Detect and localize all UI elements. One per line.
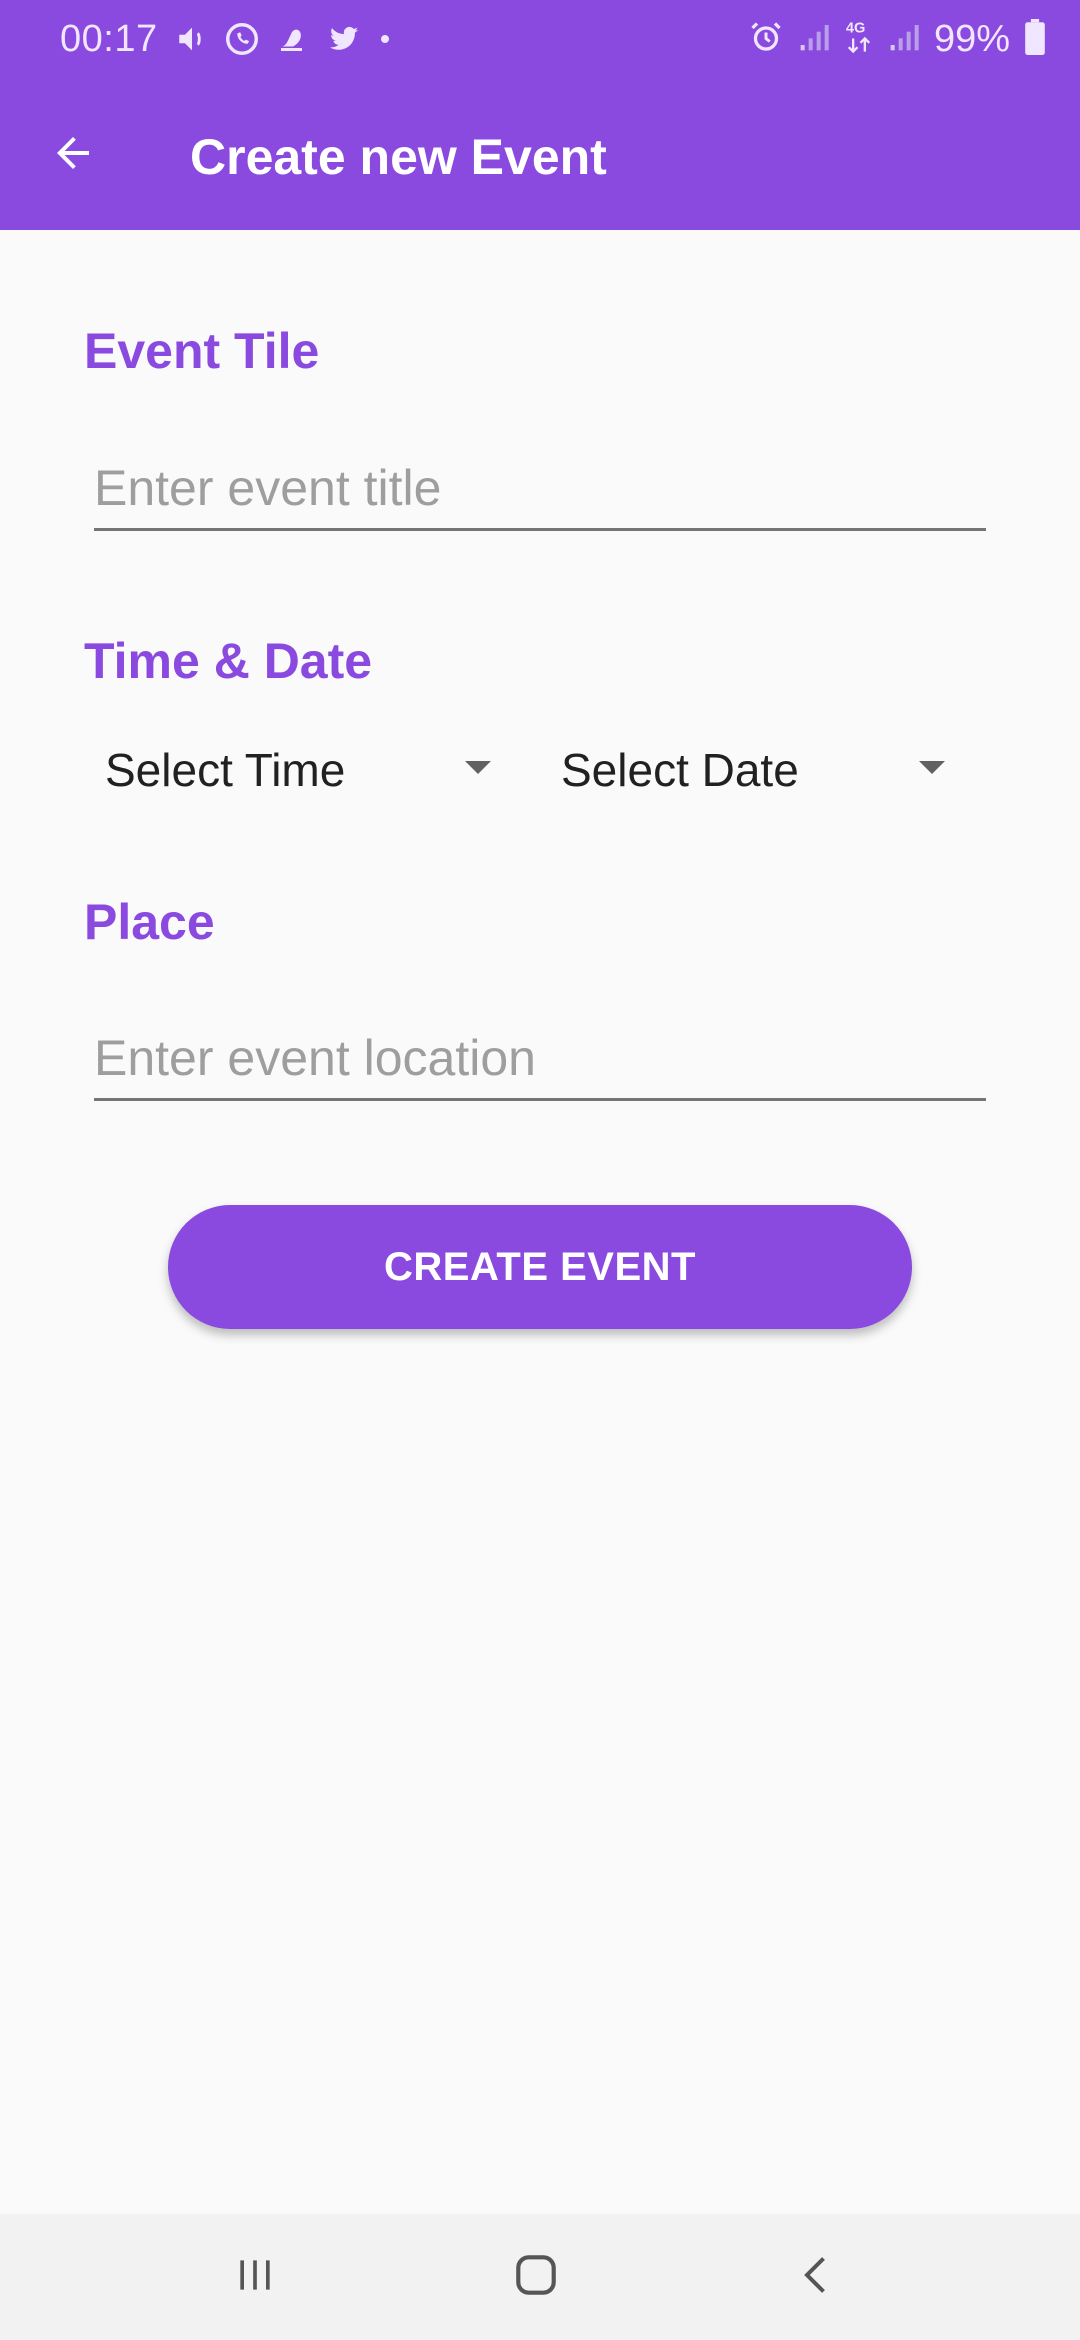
create-event-button[interactable]: CREATE EVENT (168, 1205, 912, 1329)
select-date-dropdown[interactable]: Select Date (561, 735, 961, 805)
recents-button[interactable] (210, 2242, 300, 2312)
dropdown-arrow-icon (465, 761, 491, 774)
create-event-button-label: CREATE EVENT (384, 1244, 696, 1289)
page-title: Create new Event (190, 129, 607, 185)
create-event-screen: 00:17 4G 99% Create new Event Event Tile… (0, 0, 1080, 2340)
network-4g-icon: 4G (844, 18, 874, 61)
battery-icon (1024, 19, 1046, 60)
home-icon (511, 2250, 561, 2305)
signal-icon (888, 20, 920, 59)
status-time: 00:17 (60, 18, 158, 60)
status-notification-icons (175, 20, 393, 63)
event-title-input[interactable] (94, 448, 986, 531)
system-navigation-bar (0, 2214, 1080, 2340)
recents-icon (233, 2253, 277, 2302)
alarm-icon (748, 19, 784, 60)
back-button[interactable] (36, 118, 110, 192)
volume-icon (175, 22, 209, 61)
select-time-dropdown[interactable]: Select Time (105, 735, 495, 805)
select-time-label: Select Time (105, 744, 346, 796)
back-chevron-icon (796, 2253, 840, 2302)
whatsapp-icon (223, 20, 261, 63)
nav-back-button[interactable] (773, 2242, 863, 2312)
event-location-input[interactable] (94, 1018, 986, 1101)
home-button[interactable] (491, 2242, 581, 2312)
signal-icon (798, 20, 830, 59)
svg-text:4G: 4G (846, 21, 866, 37)
dot-icon (377, 31, 393, 52)
select-date-label: Select Date (561, 744, 799, 796)
arrow-back-icon (49, 129, 97, 182)
time-date-label: Time & Date (84, 633, 373, 689)
twitter-icon (325, 22, 363, 61)
notification-bell-icon (275, 21, 311, 62)
event-title-label: Event Tile (84, 323, 320, 379)
place-label: Place (84, 894, 215, 950)
app-bar: Create new Event (0, 80, 1080, 230)
battery-percentage: 99% (933, 18, 1010, 60)
status-system-icons: 4G 99% (748, 18, 1046, 61)
dropdown-arrow-icon (919, 761, 945, 774)
status-bar: 00:17 4G 99% (0, 0, 1080, 80)
